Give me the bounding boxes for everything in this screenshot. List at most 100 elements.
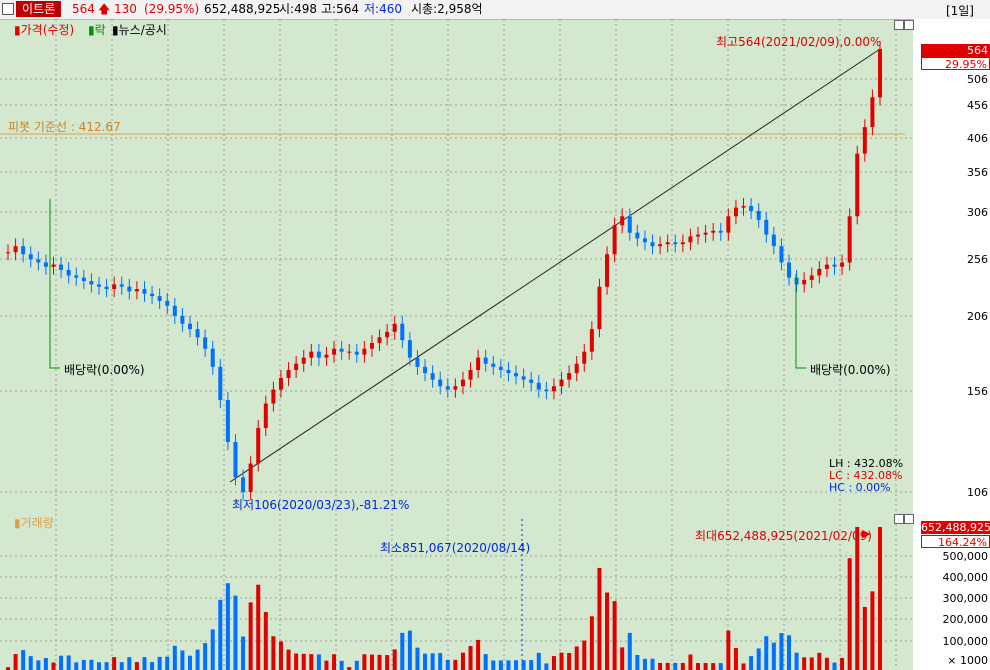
- volume-tick-label: 400,000: [942, 571, 989, 584]
- volume-bar: [112, 657, 117, 670]
- volume-bar: [642, 658, 647, 670]
- volume-bar: [218, 599, 223, 670]
- legend-news[interactable]: ▮뉴스/공시: [112, 21, 167, 38]
- candle-body: [203, 337, 208, 349]
- volume-tick-label: 300,000: [942, 592, 989, 605]
- candle-body: [809, 275, 814, 280]
- candle-body: [385, 331, 390, 338]
- volume-bar: [309, 654, 314, 670]
- volume-bar: [104, 662, 109, 670]
- minimize-icon[interactable]: [894, 20, 904, 30]
- volume-bar: [703, 663, 708, 670]
- low-price: 저:460: [364, 2, 402, 16]
- volume-bar: [278, 641, 283, 670]
- candle-body: [271, 389, 276, 404]
- volume-bar: [468, 645, 473, 670]
- close-icon[interactable]: [904, 20, 914, 30]
- price-chart[interactable]: [0, 19, 913, 509]
- price-tick-label: 106: [967, 486, 988, 499]
- legend-ex[interactable]: ▮락: [88, 21, 106, 38]
- volume-bar: [89, 659, 94, 670]
- volume-bar: [498, 660, 503, 670]
- stock-header-bar: 이트론 564 🡅 130 (29.95%) 652,488,925 시:498…: [0, 0, 990, 20]
- volume-bar: [726, 630, 731, 670]
- candle-body: [764, 219, 769, 235]
- candle-body: [172, 305, 177, 316]
- volume-bar: [794, 652, 799, 670]
- volume-bar: [551, 656, 556, 670]
- volume-bar: [620, 647, 625, 670]
- volume-bar: [567, 653, 572, 670]
- candle-body: [733, 207, 738, 217]
- volume-bar: [59, 655, 64, 670]
- volume-close-icon[interactable]: [904, 514, 914, 524]
- volume-bar: [756, 648, 761, 670]
- volume-bar: [514, 660, 519, 670]
- candle-body: [855, 153, 860, 217]
- volume-bar: [51, 662, 56, 670]
- volume-minimize-icon[interactable]: [894, 514, 904, 524]
- candle-body: [832, 264, 837, 267]
- change-percent: (29.95%): [144, 2, 200, 16]
- volume-bar: [415, 647, 420, 670]
- candle-body: [392, 323, 397, 332]
- volume-bar: [392, 649, 397, 670]
- volume-bar: [43, 658, 48, 670]
- volume-bar: [460, 652, 465, 670]
- candle-body: [521, 376, 526, 380]
- candle-body: [870, 97, 875, 128]
- volume-bar: [855, 527, 860, 670]
- select-checkbox[interactable]: [2, 3, 14, 15]
- candle-body: [332, 348, 337, 355]
- candle-body: [362, 348, 367, 355]
- volume-bar: [225, 583, 230, 670]
- candle-body: [862, 127, 867, 154]
- volume-bar: [650, 658, 655, 670]
- volume-current-tag: 652,488,925: [921, 521, 990, 534]
- volume-bar: [36, 660, 41, 670]
- volume-bar: [612, 601, 617, 670]
- legend-volume[interactable]: ▮거래량: [14, 514, 54, 531]
- candle-body: [248, 463, 253, 492]
- volume-bar: [203, 643, 208, 670]
- volume-bar: [476, 639, 481, 670]
- price-axis: 506 456 406 356 306 256 206 156 106: [913, 19, 990, 509]
- candle-body: [180, 315, 185, 324]
- volume-bar: [332, 654, 337, 670]
- volume-bar: [66, 655, 71, 670]
- up-arrow-icon: 🡅: [98, 2, 111, 16]
- candle-body: [514, 373, 519, 377]
- candle-body: [483, 357, 488, 364]
- volume-bar: [354, 660, 359, 670]
- candle-body: [544, 389, 549, 392]
- volume-bar: [529, 660, 534, 670]
- candle-body: [294, 363, 299, 370]
- candle-body: [21, 246, 26, 255]
- volume-bar: [453, 659, 458, 670]
- volume-bar: [870, 591, 875, 670]
- candle-body: [210, 348, 215, 367]
- volume-bar: [597, 567, 602, 670]
- candle-body: [6, 252, 10, 254]
- volume-bar: [627, 632, 632, 670]
- candle-body: [407, 340, 412, 358]
- volume-bar: [817, 652, 822, 670]
- candle-body: [195, 329, 200, 338]
- volume-bar: [491, 660, 496, 670]
- candle-body: [134, 289, 139, 292]
- candle-body: [878, 49, 882, 98]
- candle-body: [627, 216, 632, 233]
- volume-bar: [400, 632, 405, 670]
- candle-body: [324, 354, 329, 358]
- period-selector[interactable]: [1일]: [946, 2, 974, 19]
- candle-body: [74, 275, 79, 278]
- volume-bar: [96, 662, 101, 670]
- candle-body: [96, 284, 101, 287]
- candle-body: [354, 351, 359, 355]
- candle-body: [66, 269, 71, 276]
- candle-body: [582, 351, 587, 364]
- legend-price[interactable]: ▮가격(수정): [14, 21, 74, 38]
- volume-bar: [832, 662, 837, 670]
- stock-name[interactable]: 이트론: [16, 1, 62, 17]
- volume-bar: [165, 656, 170, 670]
